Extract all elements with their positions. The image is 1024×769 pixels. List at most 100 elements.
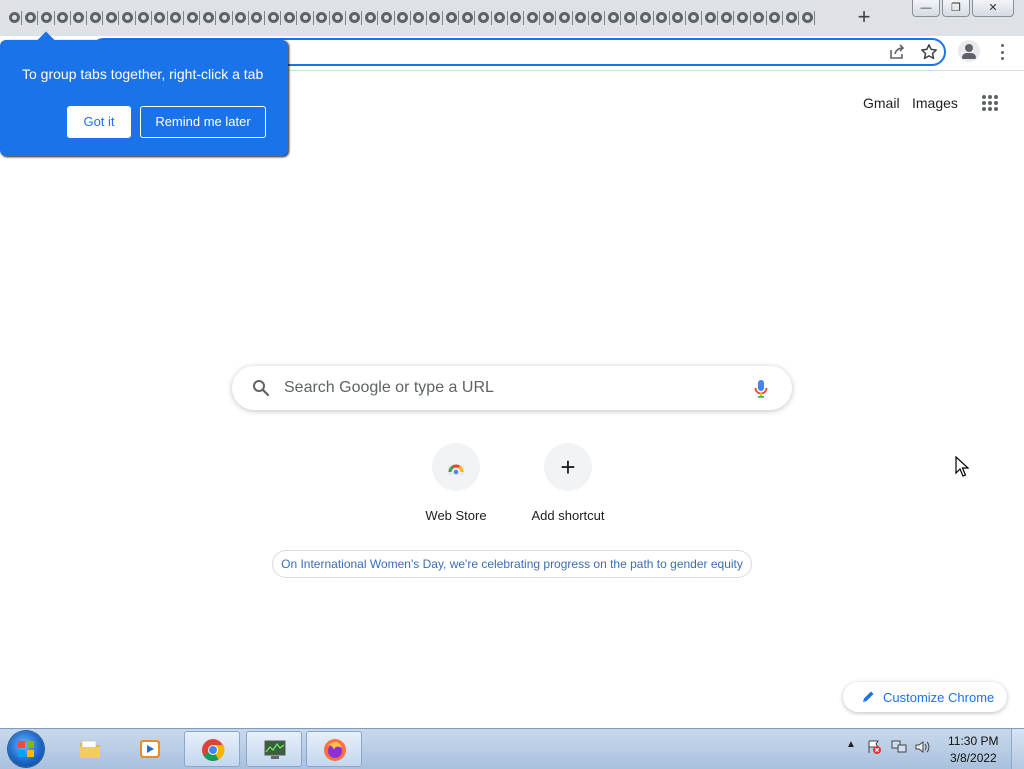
browser-tab[interactable] xyxy=(395,7,411,27)
tab-favicon-icon xyxy=(186,11,198,23)
tabs-row xyxy=(6,7,816,29)
got-it-button[interactable]: Got it xyxy=(67,106,131,138)
browser-tab[interactable] xyxy=(459,7,476,27)
browser-tab[interactable] xyxy=(184,7,201,27)
tab-favicon-icon xyxy=(478,11,490,23)
tab-favicon-icon xyxy=(170,11,182,23)
browser-tab[interactable] xyxy=(87,7,104,27)
browser-tab[interactable] xyxy=(670,7,686,27)
browser-tab[interactable] xyxy=(411,7,427,27)
browser-tab[interactable] xyxy=(589,7,605,27)
browser-tab[interactable] xyxy=(265,7,282,27)
browser-tab[interactable] xyxy=(508,7,524,27)
tab-favicon-icon xyxy=(202,11,214,23)
browser-tab[interactable] xyxy=(22,7,39,27)
browser-tab[interactable] xyxy=(38,7,55,27)
browser-tab[interactable] xyxy=(200,7,217,27)
plus-icon: + xyxy=(560,452,576,482)
browser-tab[interactable] xyxy=(524,7,541,27)
browser-tab[interactable] xyxy=(654,7,670,27)
browser-tab[interactable] xyxy=(475,7,492,27)
restore-button[interactable]: ❐ xyxy=(942,0,970,17)
minimize-button[interactable]: — xyxy=(912,0,940,17)
window-controls: — ❐ ✕ xyxy=(912,0,1014,17)
taskbar-file-explorer[interactable] xyxy=(62,731,118,767)
browser-tab[interactable] xyxy=(55,7,71,27)
browser-tab[interactable] xyxy=(168,7,185,27)
browser-tab[interactable] xyxy=(621,7,638,27)
shortcut-tile: + xyxy=(544,443,592,491)
taskbar-task-manager[interactable] xyxy=(246,731,302,767)
shortcut-add[interactable]: + Add shortcut xyxy=(512,443,624,533)
taskbar-chrome[interactable] xyxy=(184,731,240,767)
show-hidden-icons-arrow-icon[interactable]: ▲ xyxy=(846,739,856,750)
browser-tab[interactable] xyxy=(362,7,379,27)
browser-tab[interactable] xyxy=(378,7,395,27)
google-apps-icon[interactable] xyxy=(982,95,998,111)
browser-tab[interactable] xyxy=(427,7,444,27)
browser-tab[interactable] xyxy=(314,7,330,27)
browser-tab[interactable] xyxy=(767,7,783,27)
browser-tab[interactable] xyxy=(281,7,298,27)
profile-avatar-icon[interactable] xyxy=(958,40,980,62)
gmail-link[interactable]: Gmail xyxy=(863,95,900,111)
browser-tab[interactable] xyxy=(216,7,233,27)
monitor-icon xyxy=(264,740,286,759)
browser-tab[interactable] xyxy=(346,7,363,27)
browser-tab[interactable] xyxy=(330,7,346,27)
browser-tab[interactable] xyxy=(249,7,265,27)
bookmark-star-icon[interactable] xyxy=(920,43,938,61)
clock-date[interactable]: 3/8/2022 xyxy=(950,751,997,765)
browser-tab[interactable] xyxy=(556,7,573,27)
tab-favicon-icon xyxy=(8,11,20,23)
customize-chrome-button[interactable]: Customize Chrome xyxy=(843,682,1007,712)
browser-tab[interactable] xyxy=(573,7,589,27)
browser-tab[interactable] xyxy=(734,7,751,27)
browser-tab[interactable] xyxy=(702,7,719,27)
browser-tab[interactable] xyxy=(103,7,120,27)
browser-tab[interactable] xyxy=(718,7,735,27)
taskbar-media-player[interactable] xyxy=(122,731,178,767)
browser-tab[interactable] xyxy=(136,7,152,27)
tab-favicon-icon xyxy=(575,11,587,23)
volume-icon[interactable] xyxy=(914,739,930,755)
start-button[interactable] xyxy=(8,731,44,767)
shortcut-tile xyxy=(432,443,480,491)
tab-favicon-icon xyxy=(639,11,651,23)
tab-favicon-icon xyxy=(542,11,554,23)
browser-tab[interactable] xyxy=(605,7,622,27)
browser-tab[interactable] xyxy=(686,7,703,27)
action-center-flag-icon[interactable] xyxy=(866,739,882,755)
browser-tab[interactable] xyxy=(799,7,816,27)
browser-tab[interactable] xyxy=(119,7,136,27)
tab-favicon-icon xyxy=(138,11,150,23)
new-tab-button[interactable]: + xyxy=(852,6,876,30)
chrome-menu-icon[interactable] xyxy=(996,43,1008,61)
images-link[interactable]: Images xyxy=(912,95,958,111)
browser-tab[interactable] xyxy=(297,7,314,27)
shortcut-web-store[interactable]: Web Store xyxy=(400,443,512,533)
browser-tab[interactable] xyxy=(233,7,249,27)
browser-tab[interactable] xyxy=(637,7,654,27)
network-icon[interactable] xyxy=(891,739,907,755)
remind-later-button[interactable]: Remind me later xyxy=(140,106,266,138)
webstore-icon xyxy=(448,464,464,475)
taskbar-firefox[interactable] xyxy=(306,731,362,767)
share-icon[interactable] xyxy=(888,43,906,61)
browser-tab[interactable] xyxy=(783,7,800,27)
browser-tab[interactable] xyxy=(152,7,168,27)
browser-tab[interactable] xyxy=(6,7,23,27)
close-button[interactable]: ✕ xyxy=(972,0,1014,17)
search-box[interactable]: Search Google or type a URL xyxy=(232,366,792,410)
browser-tab[interactable] xyxy=(540,7,557,27)
browser-tab[interactable] xyxy=(492,7,508,27)
browser-tab[interactable] xyxy=(443,7,460,27)
doodle-promo-link[interactable]: On International Women's Day, we're cele… xyxy=(272,550,752,578)
clock-time[interactable]: 11:30 PM xyxy=(948,734,998,748)
show-desktop-button[interactable] xyxy=(1011,729,1024,769)
browser-tab[interactable] xyxy=(71,7,87,27)
browser-tab[interactable] xyxy=(751,7,767,27)
tab-favicon-icon xyxy=(607,11,619,23)
microphone-icon[interactable] xyxy=(750,377,772,399)
tab-favicon-icon xyxy=(251,11,263,23)
